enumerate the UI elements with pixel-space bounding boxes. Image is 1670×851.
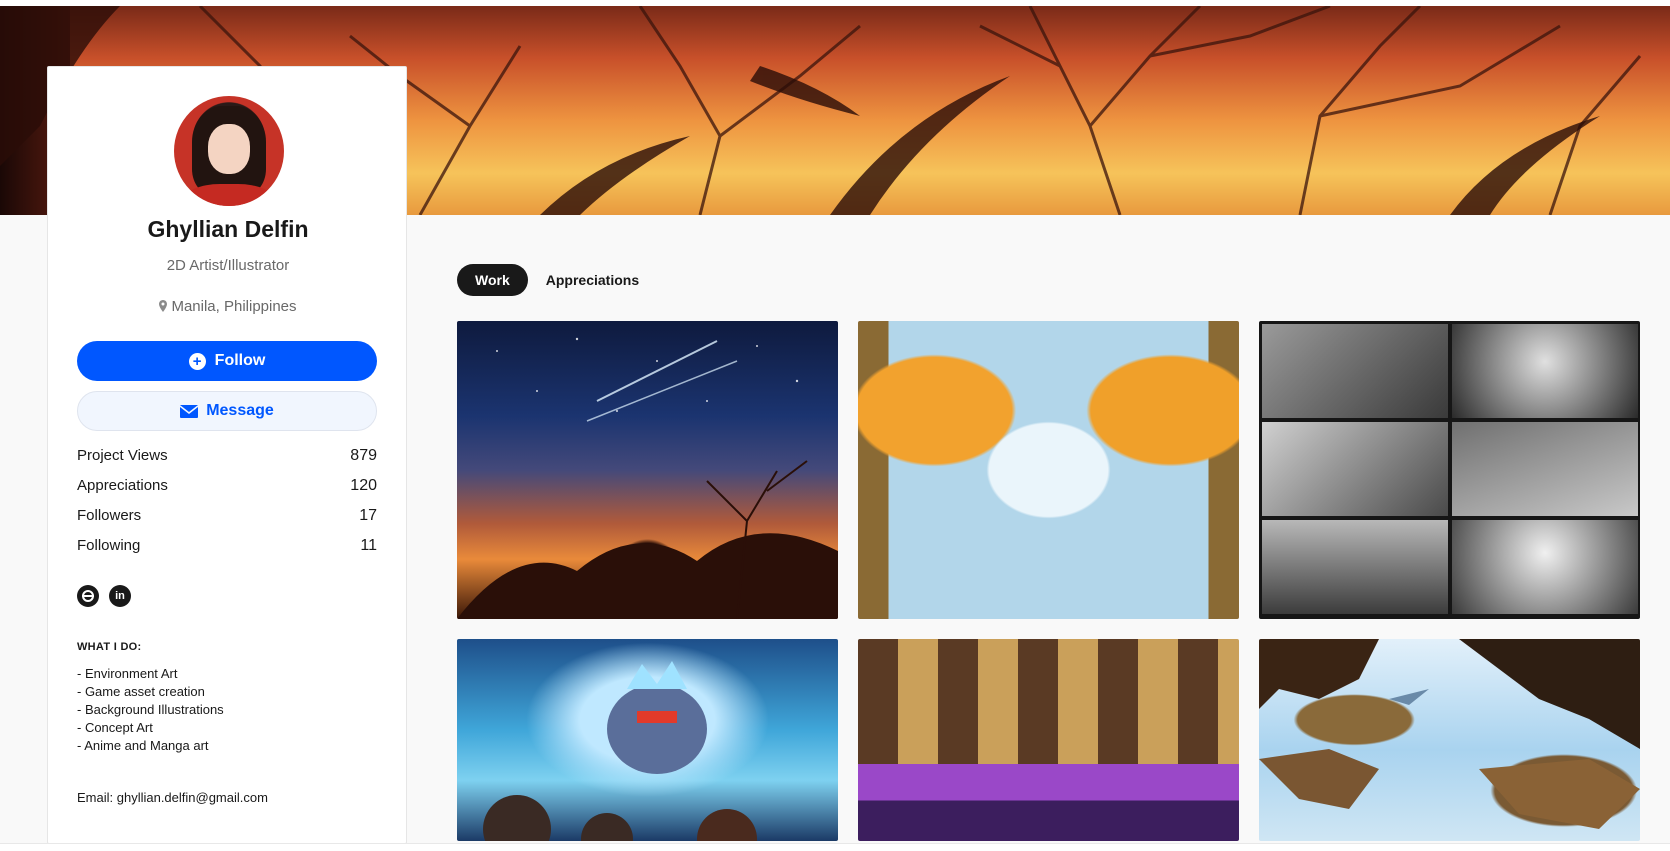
robot-artwork bbox=[483, 661, 757, 841]
list-item: - Anime and Manga art bbox=[77, 738, 209, 753]
list-item: - Background Illustrations bbox=[77, 702, 224, 717]
stat-value: 11 bbox=[360, 537, 377, 554]
profile-occupation: 2D Artist/Illustrator bbox=[166, 257, 290, 274]
stat-value: 120 bbox=[350, 477, 377, 494]
stat-project-views[interactable]: Project Views 879 bbox=[77, 447, 377, 477]
profile-stats: Project Views 879 Appreciations 120 Foll… bbox=[77, 447, 377, 567]
location-label: Manila, Philippines bbox=[171, 298, 297, 315]
stat-value: 879 bbox=[350, 447, 377, 464]
list-item: - Concept Art bbox=[77, 720, 153, 735]
message-label: Message bbox=[206, 402, 274, 419]
project-thumbnail[interactable] bbox=[1259, 321, 1640, 619]
project-thumbnail[interactable] bbox=[858, 639, 1239, 841]
tab-work[interactable]: Work bbox=[457, 264, 528, 296]
avatar[interactable] bbox=[174, 96, 284, 206]
profile-name: Ghyllian Delfin bbox=[147, 216, 309, 242]
stat-label: Project Views bbox=[77, 447, 168, 464]
stat-following[interactable]: Following 11 bbox=[77, 537, 377, 567]
profile-card: Ghyllian Delfin 2D Artist/Illustrator Ma… bbox=[47, 66, 407, 844]
envelope-icon bbox=[180, 404, 199, 418]
project-thumbnail[interactable] bbox=[457, 321, 838, 619]
message-button[interactable]: Message bbox=[77, 391, 377, 431]
project-thumbnail[interactable] bbox=[457, 639, 838, 841]
follow-label: Follow bbox=[214, 352, 266, 369]
list-item: - Environment Art bbox=[77, 666, 178, 681]
follow-button[interactable]: + Follow bbox=[77, 341, 377, 381]
tab-appreciations[interactable]: Appreciations bbox=[528, 264, 657, 296]
what-i-do-heading: WHAT I DO: bbox=[77, 641, 142, 653]
project-thumbnail[interactable] bbox=[1259, 639, 1640, 841]
profile-location: Manila, Philippines bbox=[48, 298, 408, 316]
behance-icon[interactable] bbox=[77, 585, 99, 607]
what-i-do-list: - Environment Art - Game asset creation … bbox=[77, 665, 224, 755]
list-item: - Game asset creation bbox=[77, 684, 205, 699]
project-thumbnail[interactable] bbox=[858, 321, 1239, 619]
contact-email: Email: ghyllian.delfin@gmail.com bbox=[77, 790, 268, 805]
linkedin-icon[interactable]: in bbox=[109, 585, 131, 607]
social-links: in bbox=[77, 585, 141, 607]
meteor-artwork bbox=[457, 337, 838, 619]
profile-tabs: Work Appreciations bbox=[457, 264, 657, 296]
stat-label: Appreciations bbox=[77, 477, 168, 494]
plus-circle-icon: + bbox=[188, 352, 206, 370]
bottom-bar bbox=[0, 843, 1670, 851]
stat-label: Following bbox=[77, 537, 141, 554]
location-pin-icon bbox=[159, 299, 168, 316]
floating-islands-artwork bbox=[1259, 639, 1640, 829]
stat-appreciations[interactable]: Appreciations 120 bbox=[77, 477, 377, 507]
stat-value: 17 bbox=[359, 507, 377, 524]
stat-label: Followers bbox=[77, 507, 142, 524]
stat-followers[interactable]: Followers 17 bbox=[77, 507, 377, 537]
